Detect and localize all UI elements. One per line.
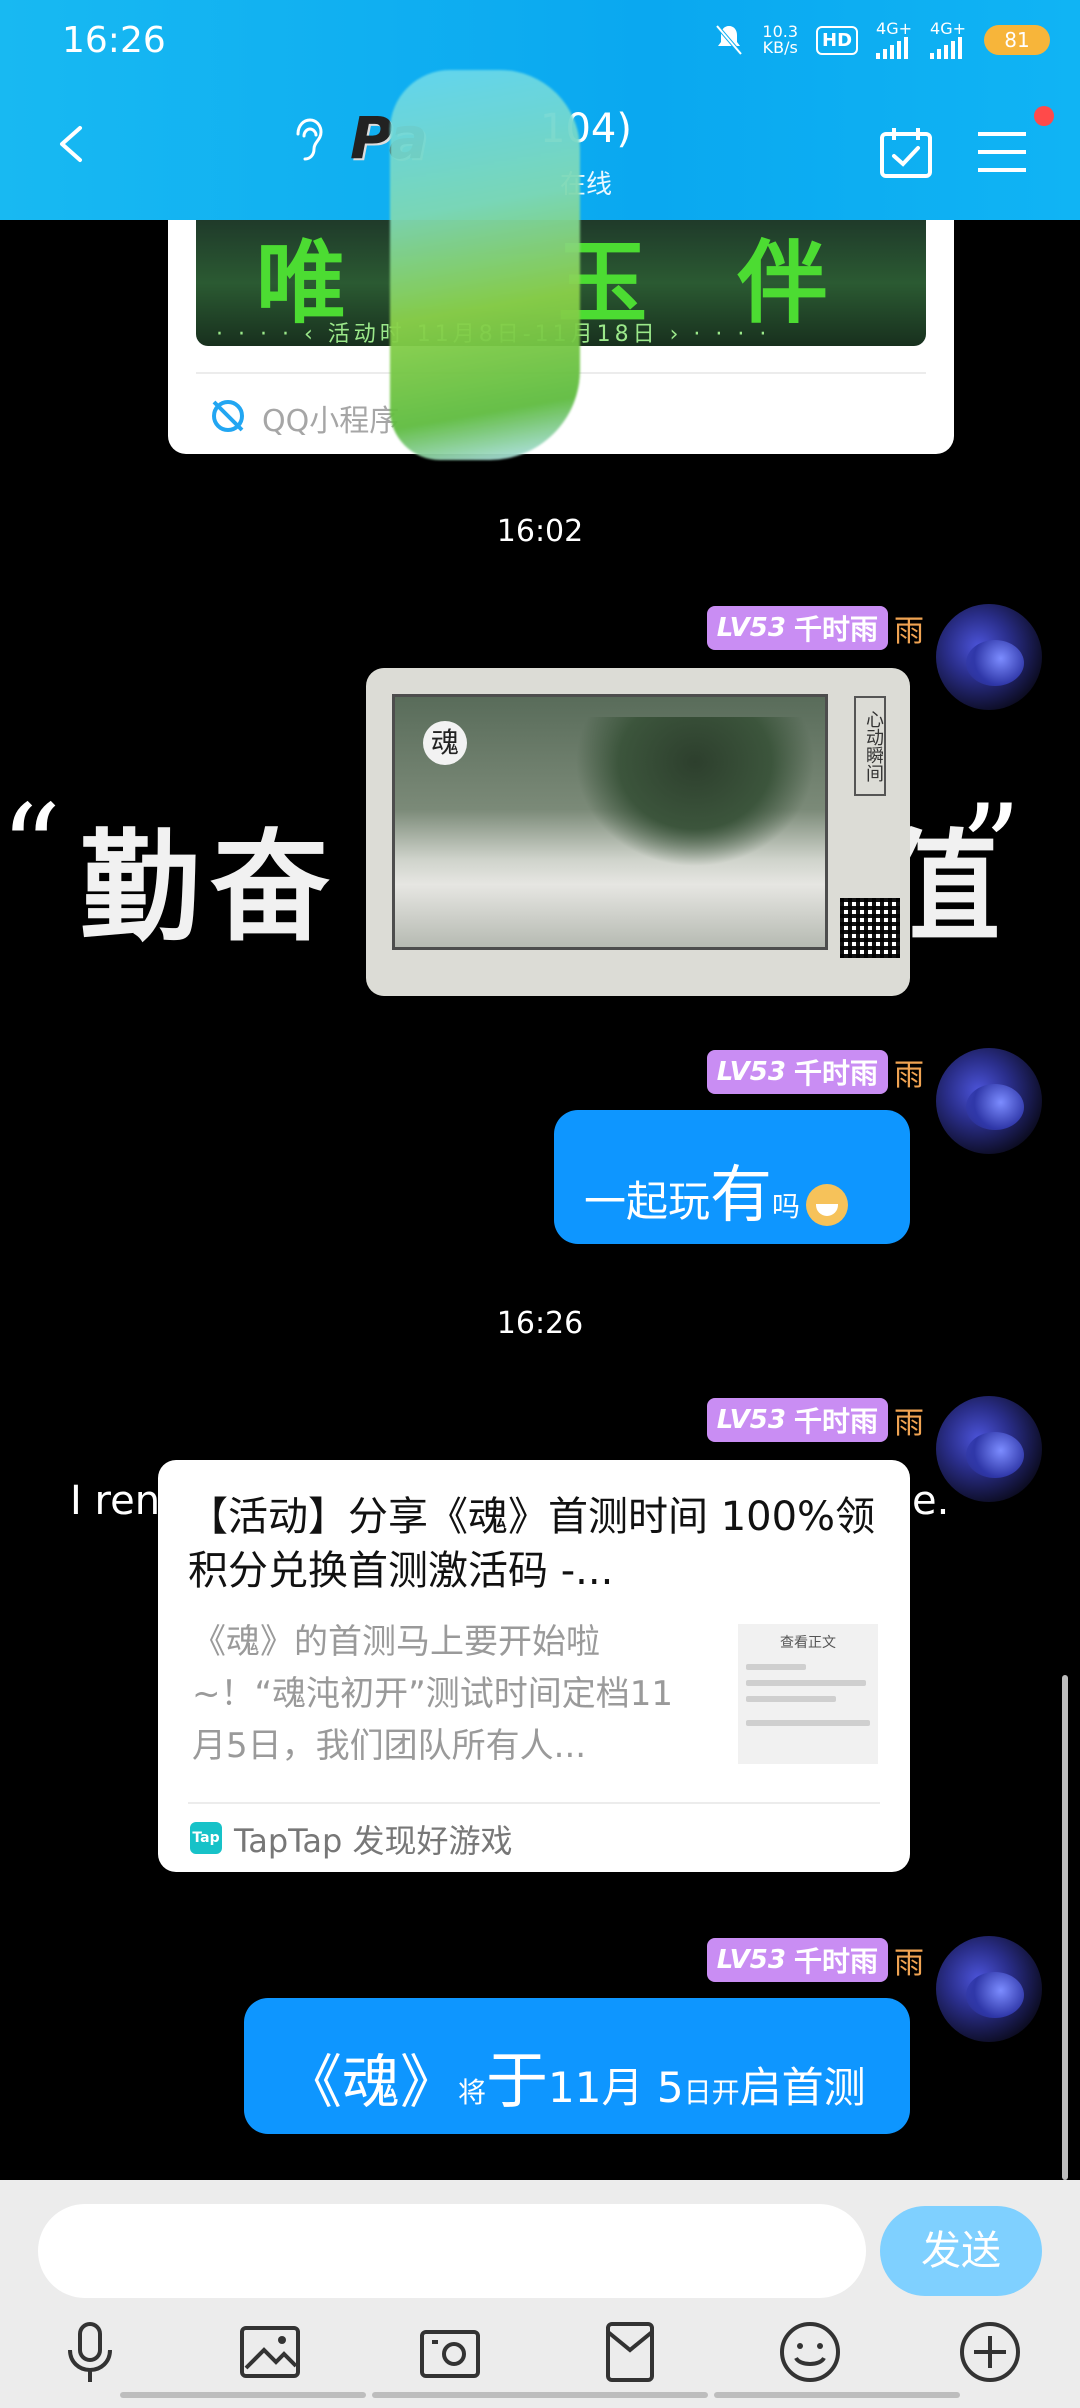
redaction-scribble [390,70,580,460]
message-input[interactable] [38,2204,866,2298]
send-button[interactable]: 发送 [880,2206,1042,2296]
image-side-panel: 心动瞬间 [840,688,900,978]
scrollbar[interactable] [1062,1675,1068,2180]
divider [188,1802,880,1804]
red-packet-icon[interactable] [594,2316,666,2388]
back-icon[interactable] [52,124,92,164]
battery-indicator: 81 [984,25,1050,55]
ear-icon [296,118,323,161]
level-badge: LV53 千时雨 [706,606,888,650]
image-message[interactable]: 魂 心动瞬间 [366,668,910,996]
avatar[interactable] [936,1936,1042,2042]
link-title: 【活动】分享《魂》首测时间 100%领积分兑换首测激活码 -... [188,1494,876,1594]
status-icons: 10.3 KB/s HD 4G+ 4G+ 81 [714,18,1050,62]
signal-sim2: 4G+ [930,21,966,59]
net-speed: 10.3 KB/s [762,22,799,57]
sender-row: LV53 千时雨 雨 [706,1938,924,1982]
input-area: 发送 [0,2180,1080,2408]
camera-icon[interactable] [414,2316,486,2388]
link-thumbnail: 查看正文 [738,1624,878,1764]
taptap-icon: Tap [190,1822,222,1854]
game-screenshot: 魂 [392,694,828,950]
signal-sim1: 4G+ [876,21,912,59]
background-text-left: 勤奋 [80,819,340,958]
time-divider: 16:02 [496,514,584,549]
game-seal: 魂 [423,721,467,765]
avatar[interactable] [936,604,1042,710]
background-line-left: I ren [70,1478,161,1524]
nav-bar-segment [120,2392,366,2398]
mini-program-label: QQ小程序 [262,404,400,439]
text-message-bubble[interactable]: 一起玩有吗 [554,1110,910,1244]
notification-dot [1034,106,1054,126]
hd-badge: HD [816,25,859,55]
mute-icon [715,24,743,56]
link-source: TapTap 发现好游戏 [234,1822,513,1860]
qr-code [840,898,900,958]
chat-area[interactable]: “ 勤奋 值 ” I ren e. 唯 玉伴 · · · · ‹ 活动时 11月… [0,220,1080,2180]
background-line-right: e. [912,1478,950,1524]
background-quote-right: ” [960,780,1022,919]
emoji-icon[interactable] [774,2316,846,2388]
status-time: 16:26 [62,20,166,61]
avatar[interactable] [936,1396,1042,1502]
calendar-check-icon[interactable] [878,124,934,180]
avatar[interactable] [936,1048,1042,1154]
time-divider: 16:26 [496,1306,584,1341]
link-description: 《魂》的首测马上要开始啦~！“魂沌初开”测试时间定档11月5日，我们团队所有人.… [192,1622,673,1766]
image-icon[interactable] [234,2316,306,2388]
voice-icon[interactable] [54,2316,126,2388]
link-share-card[interactable]: 【活动】分享《魂》首测时间 100%领积分兑换首测激活码 -... 《魂》的首测… [158,1460,910,1872]
level-badge: LV53 千时雨 [706,1938,888,1982]
nav-bar-segment [372,2392,708,2398]
menu-icon[interactable] [976,128,1028,176]
nav-bar-segment [714,2392,960,2398]
mini-program-icon [212,400,244,432]
text-message-bubble[interactable]: 《魂》将于11月 5日开启首测 [244,1998,910,2134]
sender-row: LV53 千时雨 雨 [706,606,924,650]
sender-row: LV53 千时雨 雨 [706,1050,924,1094]
level-badge: LV53 千时雨 [706,1398,888,1442]
sender-row: LV53 千时雨 雨 [706,1398,924,1442]
level-badge: LV53 千时雨 [706,1050,888,1094]
background-quote-left: “ [0,780,62,919]
shiba-emoji-icon [806,1183,849,1226]
plus-icon[interactable] [954,2316,1026,2388]
